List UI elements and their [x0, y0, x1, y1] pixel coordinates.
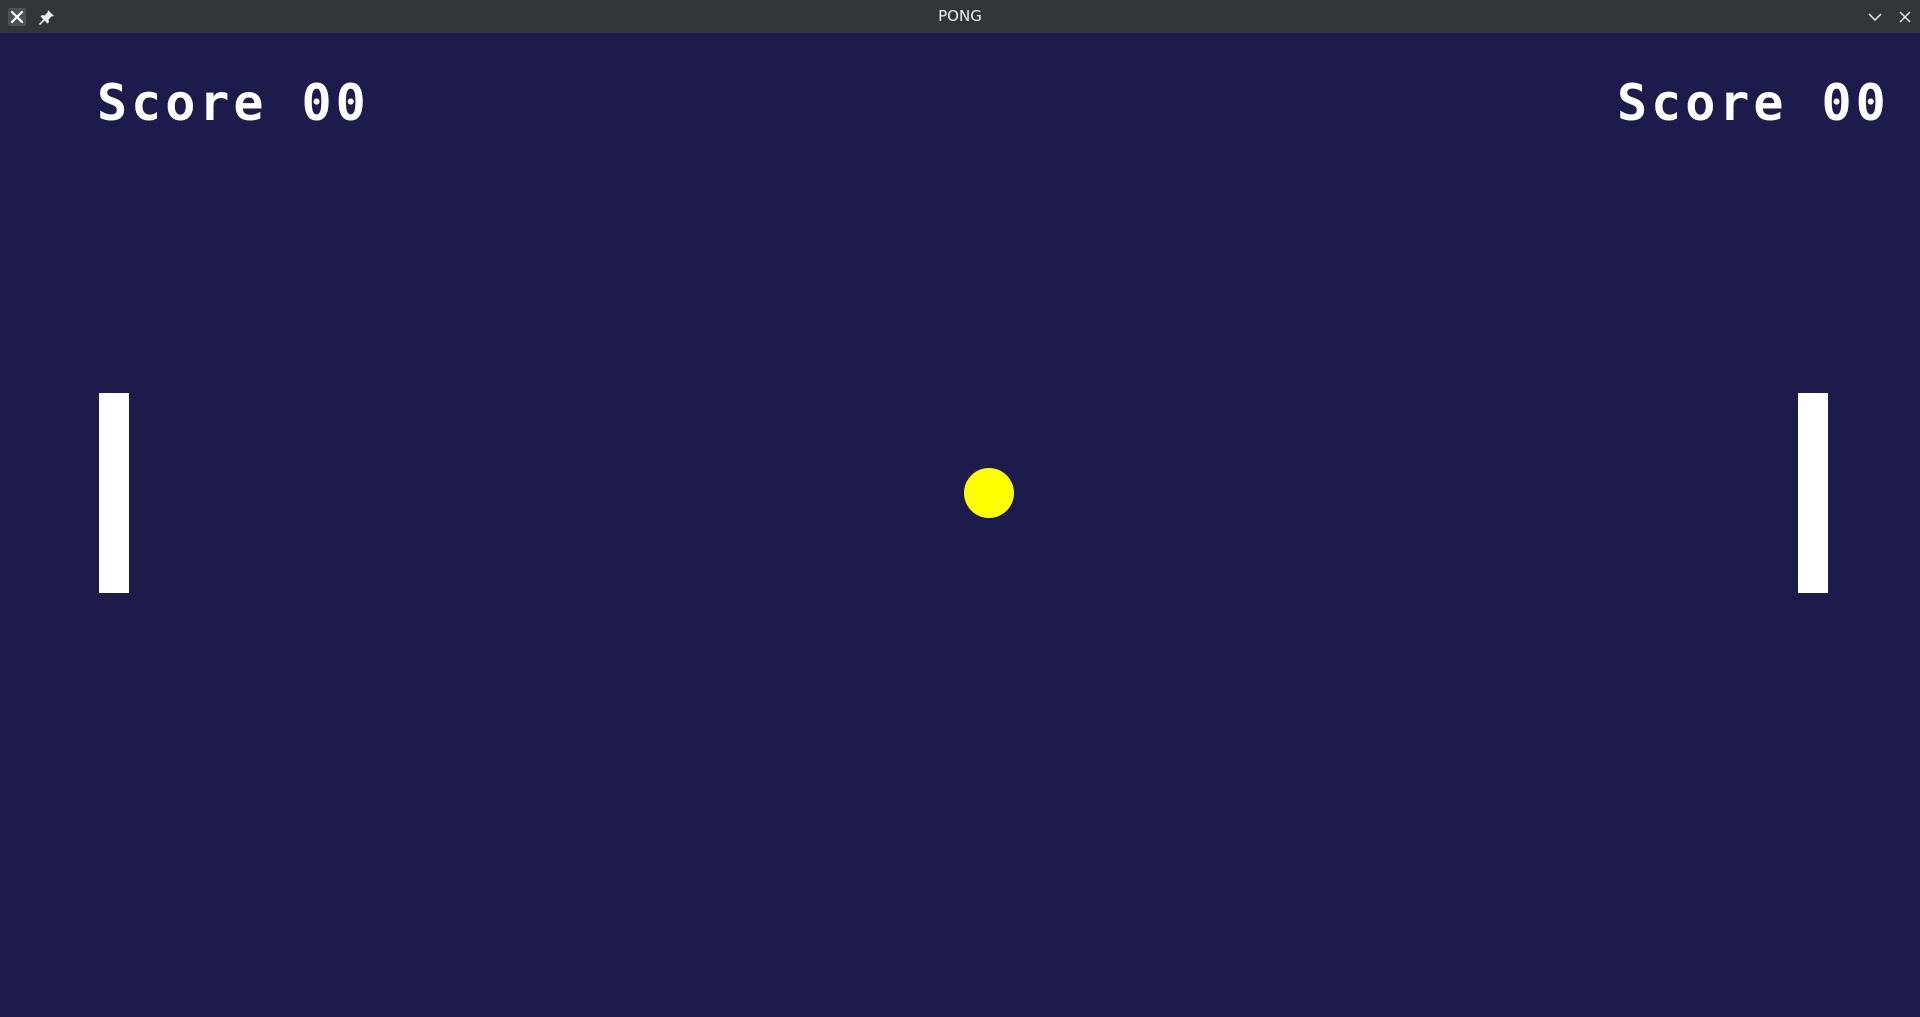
close-x-icon[interactable] [4, 4, 30, 30]
pong-window: PONG Score 00 Score 00 [0, 0, 1920, 1017]
right-score-label: Score [1617, 74, 1788, 132]
right-score: Score 00 [1617, 78, 1890, 128]
chevron-down-icon[interactable] [1862, 4, 1888, 30]
window-titlebar[interactable]: PONG [0, 0, 1920, 33]
left-score: Score 00 [97, 78, 370, 128]
window-title: PONG [938, 7, 982, 25]
game-playfield[interactable]: Score 00 Score 00 [0, 33, 1920, 1017]
left-score-label: Score [97, 74, 268, 132]
left-score-value: 00 [301, 74, 370, 132]
ball [964, 468, 1014, 518]
close-icon[interactable] [1892, 4, 1918, 30]
right-score-value: 00 [1821, 74, 1890, 132]
left-paddle [99, 393, 129, 593]
right-paddle [1798, 393, 1828, 593]
pin-icon[interactable] [34, 4, 60, 30]
